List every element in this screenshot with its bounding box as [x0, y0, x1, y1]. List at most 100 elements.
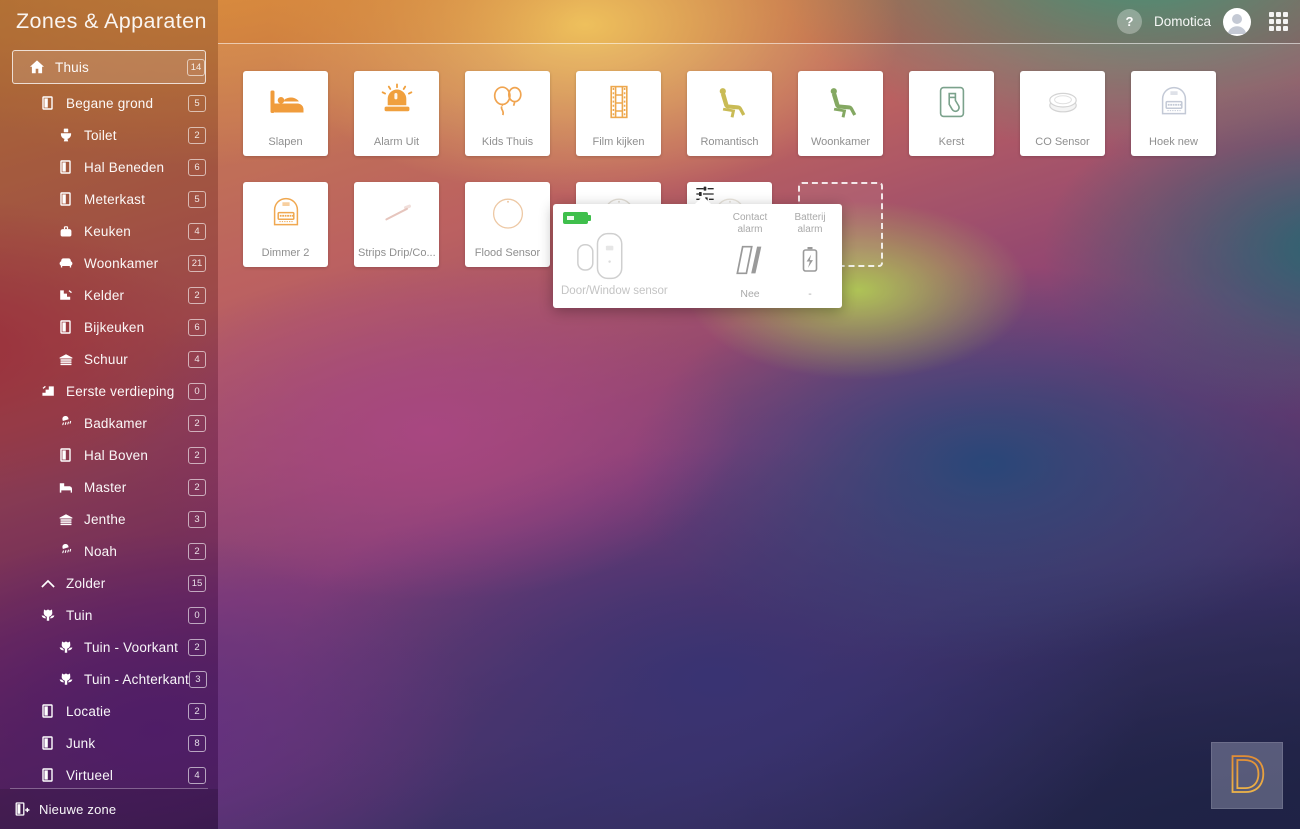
sidebar-item-label: Master — [84, 480, 126, 495]
person-icon — [1223, 8, 1251, 36]
module-icon — [266, 193, 306, 233]
tile-woonkamer[interactable]: Woonkamer — [798, 71, 883, 156]
contact-alarm-icon — [732, 243, 768, 277]
sidebar-item-virtueel[interactable]: Virtueel4 — [12, 759, 206, 787]
zone-count-badge: 2 — [188, 127, 206, 144]
tile-label: Strips Drip/Co... — [358, 247, 435, 259]
door-icon — [58, 191, 74, 207]
bed-icon — [58, 479, 74, 495]
tile-kids-thuis[interactable]: Kids Thuis — [465, 71, 550, 156]
help-button[interactable]: ? — [1117, 9, 1142, 34]
sidebar-item-kelder[interactable]: Kelder2 — [12, 279, 206, 311]
sidebar-item-hal-beneden[interactable]: Hal Beneden6 — [12, 151, 206, 183]
sidebar-item-zolder[interactable]: Zolder15 — [12, 567, 206, 599]
door-icon — [40, 703, 56, 719]
tile-flood-sensor[interactable]: Flood Sensor — [465, 182, 550, 267]
tile-film-kijken[interactable]: Film kijken — [576, 71, 661, 156]
zone-count-badge: 2 — [188, 447, 206, 464]
sidebar-item-schuur[interactable]: Schuur4 — [12, 343, 206, 375]
stairs-down-icon — [58, 287, 74, 303]
zone-count-badge: 2 — [188, 543, 206, 560]
sidebar-item-label: Thuis — [55, 60, 89, 75]
zone-count-badge: 5 — [188, 191, 206, 208]
door-plus-icon — [14, 801, 30, 817]
sidebar-item-jenthe[interactable]: Jenthe3 — [12, 503, 206, 535]
toilet-icon — [58, 127, 74, 143]
header-actions: ? Domotica — [1117, 0, 1288, 43]
door-icon — [58, 319, 74, 335]
tile-co-sensor[interactable]: CO Sensor — [1020, 71, 1105, 156]
zone-count-badge: 2 — [188, 639, 206, 656]
sidebar-item-begane-grond[interactable]: Begane grond5 — [12, 87, 206, 119]
apps-grid-button[interactable] — [1269, 12, 1288, 31]
tile-label: CO Sensor — [1024, 136, 1101, 148]
couch-icon — [58, 255, 74, 271]
sidebar-item-keuken[interactable]: Keuken 4 — [12, 215, 206, 247]
tile-strips-drip-co[interactable]: Strips Drip/Co... — [354, 182, 439, 267]
sidebar-item-label: Bijkeuken — [84, 320, 144, 335]
contact-alarm-column: Contact alarm Nee — [724, 212, 776, 300]
sidebar-item-eerste-verdieping[interactable]: Eerste verdieping0 — [12, 375, 206, 407]
device-name: Door/Window sensor — [561, 285, 709, 297]
zone-count-badge: 6 — [188, 319, 206, 336]
sidebar-item-label: Badkamer — [84, 416, 147, 431]
sidebar-item-master[interactable]: Master2 — [12, 471, 206, 503]
app-background: { "header": { "title": "Zones & Apparate… — [0, 0, 1300, 829]
zone-count-badge: 4 — [188, 223, 206, 240]
new-zone-button[interactable]: Nieuwe zone — [0, 789, 218, 829]
sidebar-item-meterkast[interactable]: Meterkast 5 — [12, 183, 206, 215]
zone-count-badge: 2 — [188, 703, 206, 720]
sidebar: Thuis14Begane grond5Toilet2Hal Beneden6M… — [0, 0, 218, 829]
film-icon — [599, 82, 639, 122]
zone-count-badge: 3 — [188, 511, 206, 528]
sidebar-item-junk[interactable]: Junk8 — [12, 727, 206, 759]
sidebar-item-locatie[interactable]: Locatie 2 — [12, 695, 206, 727]
zone-count-badge: 2 — [188, 287, 206, 304]
sidebar-item-hal-boven[interactable]: Hal Boven2 — [12, 439, 206, 471]
page-title: Zones & Apparaten — [16, 9, 207, 34]
sidebar-item-label: Zolder — [66, 576, 105, 591]
zone-count-badge: 0 — [188, 607, 206, 624]
device-tooltip: Door/Window sensor Contact alarm Nee Bat… — [553, 204, 842, 308]
sidebar-item-label: Noah — [84, 544, 117, 559]
shower-icon — [58, 543, 74, 559]
door-icon — [58, 159, 74, 175]
sidebar-item-tuin-voorkant[interactable]: Tuin - Voorkant2 — [12, 631, 206, 663]
tile-hoek-new[interactable]: Hoek new — [1131, 71, 1216, 156]
stocking-icon — [932, 82, 972, 122]
battery-alarm-title: Batterij alarm — [784, 212, 836, 236]
sidebar-item-tuin[interactable]: Tuin0 — [12, 599, 206, 631]
sidebar-item-label: Virtueel — [66, 768, 113, 783]
tooltip-columns: Contact alarm Nee Batterij alarm - — [724, 212, 836, 300]
tile-dimmer-2[interactable]: Dimmer 2 — [243, 182, 328, 267]
zone-list: Thuis14Begane grond5Toilet2Hal Beneden6M… — [0, 50, 218, 787]
account-name[interactable]: Domotica — [1154, 14, 1211, 29]
sidebar-item-label: Junk — [66, 736, 95, 751]
contact-alarm-value: Nee — [740, 288, 759, 300]
sidebar-item-label: Eerste verdieping — [66, 384, 174, 399]
tile-label: Slapen — [247, 136, 324, 148]
sidebar-item-thuis[interactable]: Thuis14 — [12, 50, 206, 84]
sidebar-item-label: Keuken — [84, 224, 131, 239]
door-icon — [58, 447, 74, 463]
tile-label: Flood Sensor — [469, 247, 546, 259]
avatar[interactable] — [1223, 8, 1251, 36]
zone-count-badge: 2 — [188, 415, 206, 432]
tile-kerst[interactable]: Kerst — [909, 71, 994, 156]
new-zone-label: Nieuwe zone — [39, 802, 116, 817]
tile-alarm-uit[interactable]: Alarm Uit — [354, 71, 439, 156]
flower-icon — [40, 607, 56, 623]
sidebar-item-label: Locatie — [66, 704, 111, 719]
sidebar-item-badkamer[interactable]: Badkamer 2 — [12, 407, 206, 439]
sidebar-item-tuin-achterkant[interactable]: Tuin - Achterkant3 — [12, 663, 206, 695]
flower-icon — [58, 671, 74, 687]
sidebar-item-label: Meterkast — [84, 192, 145, 207]
sidebar-item-woonkamer[interactable]: Woonkamer21 — [12, 247, 206, 279]
sidebar-item-noah[interactable]: Noah 2 — [12, 535, 206, 567]
header: Zones & Apparaten ? Domotica — [0, 0, 1300, 43]
tile-slapen[interactable]: Slapen — [243, 71, 328, 156]
sidebar-item-toilet[interactable]: Toilet2 — [12, 119, 206, 151]
tile-romantisch[interactable]: Romantisch — [687, 71, 772, 156]
sidebar-item-bijkeuken[interactable]: Bijkeuken 6 — [12, 311, 206, 343]
sidebar-item-label: Hal Beneden — [84, 160, 164, 175]
